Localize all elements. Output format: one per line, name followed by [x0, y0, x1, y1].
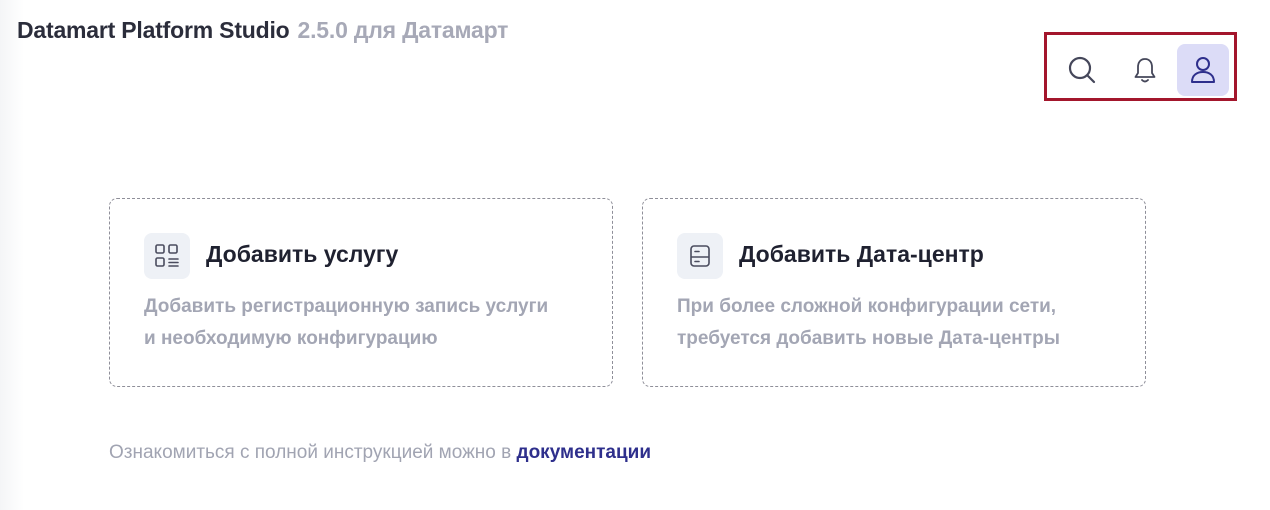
server-icon — [677, 233, 723, 279]
add-service-description-line: Добавить регистрационную запись услуги — [144, 296, 549, 317]
add-service-description-line: и необходимую конфигурацию — [144, 328, 438, 349]
documentation-link[interactable]: документации — [517, 442, 652, 463]
documentation-note: Ознакомиться с полной инструкцией можно … — [109, 442, 651, 464]
add-datacenter-description: При более сложной конфигурации сети, тре… — [677, 291, 1127, 355]
profile-button[interactable] — [1177, 44, 1229, 96]
sidebar-edge — [0, 0, 24, 510]
add-datacenter-description-line: При более сложной конфигурации сети, — [677, 296, 1057, 317]
add-datacenter-description-line: требуется добавить новые Дата-центры — [677, 328, 1060, 349]
bell-icon — [1134, 58, 1156, 83]
add-service-description: Добавить регистрационную запись услуги и… — [144, 291, 594, 355]
app-title: Datamart Platform Studio 2.5.0 для Датама… — [17, 17, 508, 44]
notifications-button[interactable] — [1119, 44, 1171, 96]
services-grid-icon — [144, 233, 190, 279]
documentation-note-text: Ознакомиться с полной инструкцией можно … — [109, 442, 517, 463]
search-icon — [1068, 56, 1096, 84]
user-icon — [1191, 57, 1215, 83]
add-service-card[interactable]: Добавить услугу Добавить регистрационную… — [109, 198, 613, 387]
search-button[interactable] — [1056, 44, 1108, 96]
add-datacenter-title: Добавить Дата-центр — [739, 241, 984, 267]
app-name: Datamart Platform Studio — [17, 17, 290, 43]
header-actions-group — [1044, 32, 1237, 101]
app-version: 2.5.0 для Датамарт — [297, 17, 509, 43]
add-datacenter-card[interactable]: Добавить Дата-центр При более сложной ко… — [642, 198, 1146, 387]
add-service-title: Добавить услугу — [206, 241, 399, 267]
